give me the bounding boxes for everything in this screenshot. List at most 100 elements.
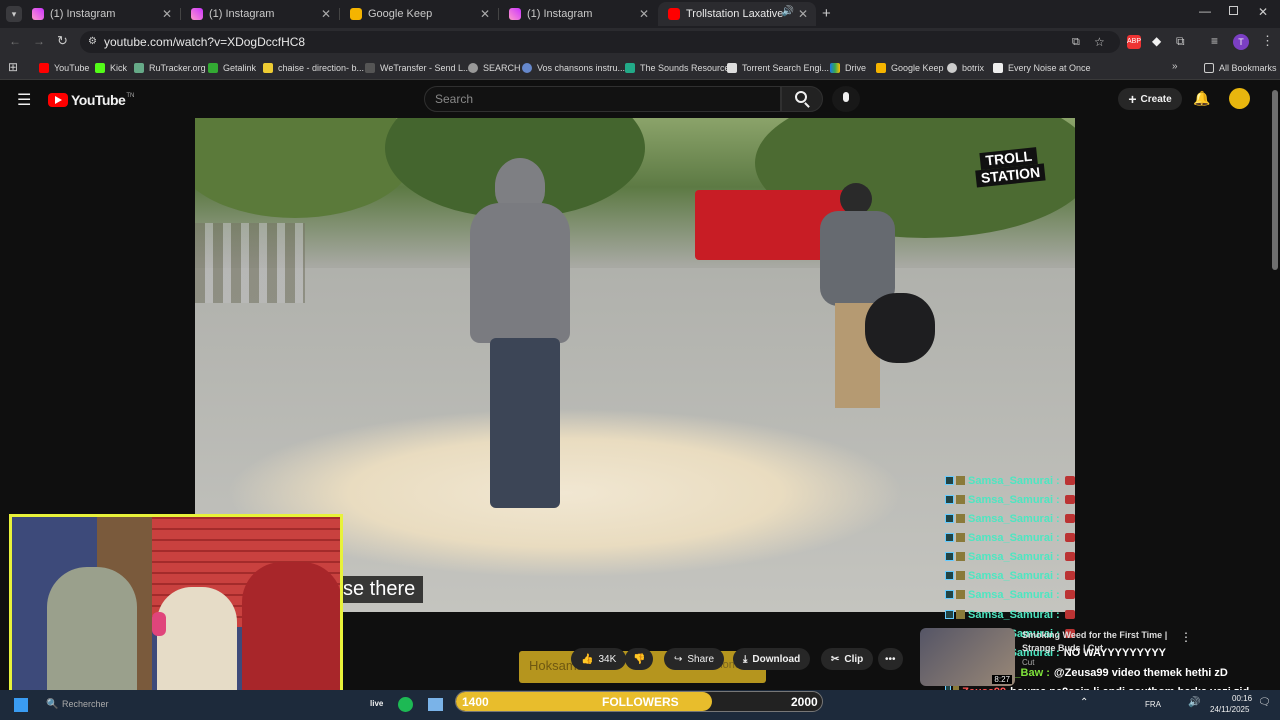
photos-app-icon[interactable] bbox=[428, 698, 443, 711]
close-tab-icon[interactable]: ✕ bbox=[321, 7, 331, 21]
notifications-bell-icon[interactable]: 🔔 bbox=[1193, 90, 1210, 107]
create-button[interactable]: + Create bbox=[1118, 88, 1182, 110]
notification-center-icon[interactable]: 🗨 bbox=[1258, 697, 1271, 708]
more-horizontal-icon: ••• bbox=[885, 653, 896, 665]
tab-trollstation[interactable]: Trollstation Laxative Pigeon🔊✕ bbox=[658, 2, 816, 26]
chat-badge-icon bbox=[945, 514, 954, 523]
close-tab-icon[interactable]: ✕ bbox=[162, 7, 172, 21]
chat-message: Samsa_Samurai : bbox=[945, 547, 1075, 566]
bookmark-kick[interactable]: Kick bbox=[95, 60, 127, 76]
search-input[interactable]: Search bbox=[424, 86, 781, 112]
person-right bbox=[242, 562, 340, 701]
bookmark-wetransfer[interactable]: WeTransfer - Send L... bbox=[365, 60, 471, 76]
bookmark-rutracker[interactable]: RuTracker.org bbox=[134, 60, 206, 76]
restore-icon[interactable] bbox=[1229, 6, 1238, 15]
bookmarks-bar: ⊞ YouTube Kick RuTracker.org Getalink ch… bbox=[0, 56, 1280, 80]
search-button[interactable] bbox=[781, 86, 823, 112]
chat-username: Samsa_Samurai : bbox=[968, 588, 1060, 601]
browser-menu-icon[interactable]: ⋮ bbox=[1261, 33, 1274, 49]
taskbar-search-box[interactable]: Rechercher bbox=[62, 699, 109, 709]
forward-icon[interactable]: → bbox=[33, 34, 45, 48]
bookmark-sounds-resource[interactable]: The Sounds Resource bbox=[625, 60, 730, 76]
spotify-icon[interactable] bbox=[398, 697, 413, 712]
adblock-extension-icon[interactable]: ABP bbox=[1127, 35, 1141, 49]
taskbar-time[interactable]: 00:16 bbox=[1232, 694, 1252, 703]
minimize-icon[interactable]: — bbox=[1199, 4, 1211, 18]
bookmark-getalink[interactable]: Getalink bbox=[208, 60, 256, 76]
chat-badge-icon bbox=[956, 590, 965, 599]
bookmark-google-keep[interactable]: Google Keep bbox=[876, 60, 944, 76]
chat-badge-icon bbox=[956, 476, 965, 485]
apps-grid-icon[interactable]: ⊞ bbox=[8, 60, 18, 74]
clip-button[interactable]: ✂ Clip bbox=[821, 648, 874, 670]
voice-search-button[interactable] bbox=[832, 86, 860, 112]
chat-badge-icon bbox=[956, 552, 965, 561]
language-indicator[interactable]: FRA bbox=[1145, 700, 1161, 709]
recommended-more-icon[interactable]: ⋮ bbox=[1180, 630, 1192, 644]
new-tab-button[interactable]: + bbox=[822, 5, 831, 22]
bookmark-drive[interactable]: Drive bbox=[830, 60, 866, 76]
wetransfer-icon bbox=[365, 63, 375, 73]
windows-start-icon[interactable] bbox=[14, 698, 28, 712]
browser-tab-strip: ▾ (1) Instagram ✕ (1) Instagram ✕ Google K… bbox=[0, 0, 1280, 28]
tab-google-keep[interactable]: Google Keep ✕ bbox=[340, 2, 498, 26]
more-actions-button[interactable]: ••• bbox=[878, 648, 903, 670]
tab-instagram-3[interactable]: (1) Instagram ✕ bbox=[499, 2, 657, 26]
page-scrollbar[interactable] bbox=[1272, 90, 1278, 270]
media-control-icon[interactable]: ≡ bbox=[1211, 34, 1218, 48]
bookmark-search[interactable]: SEARCH bbox=[468, 60, 521, 76]
tab-instagram-1[interactable]: (1) Instagram ✕ bbox=[22, 2, 180, 26]
bookmark-star-icon[interactable]: ☆ bbox=[1094, 31, 1105, 53]
bookmark-chaise[interactable]: chaise - direction- b... bbox=[263, 60, 364, 76]
all-bookmarks-folder[interactable]: All Bookmarks bbox=[1204, 60, 1277, 76]
close-tab-icon[interactable]: ✕ bbox=[798, 7, 808, 21]
bookmark-folder-icon bbox=[263, 63, 273, 73]
close-tab-icon[interactable]: ✕ bbox=[639, 7, 649, 21]
chat-badge-icon bbox=[945, 533, 954, 542]
chat-badge-icon bbox=[956, 533, 965, 542]
download-button[interactable]: ⤓ Download bbox=[733, 648, 811, 670]
chat-username: Samsa_Samurai : bbox=[968, 569, 1060, 582]
system-tray-chevron-icon[interactable]: ⌃ bbox=[1080, 697, 1088, 708]
extensions-puzzle-icon[interactable]: ⧉ bbox=[1176, 34, 1185, 49]
dislike-button[interactable]: 👎 bbox=[625, 648, 654, 670]
chat-emote-icon bbox=[1064, 495, 1075, 504]
chat-username: Samsa_Samurai : bbox=[968, 531, 1060, 544]
more-bookmarks-chevron-icon[interactable]: » bbox=[1172, 61, 1178, 72]
bookmark-every-noise[interactable]: Every Noise at Once bbox=[993, 60, 1091, 76]
profile-avatar[interactable]: T bbox=[1233, 34, 1249, 50]
address-bar[interactable]: ⚙ youtube.com/watch?v=XDogDccfHC8 ⧉ ☆ bbox=[80, 31, 1120, 53]
volume-icon[interactable]: 🔊 bbox=[1188, 697, 1200, 708]
hamburger-menu-icon[interactable]: ☰ bbox=[17, 90, 31, 110]
chat-username: Samsa_Samurai : bbox=[968, 512, 1060, 525]
chat-badge-icon bbox=[945, 552, 954, 561]
bookmark-vos-chansons[interactable]: Vos chansons instru... bbox=[522, 60, 625, 76]
sounds-resource-icon bbox=[625, 63, 635, 73]
taskbar-date[interactable]: 24/11/2025 bbox=[1210, 705, 1249, 714]
google-keep-icon bbox=[350, 8, 362, 20]
bookmark-torrent-search[interactable]: Torrent Search Engi... bbox=[727, 60, 829, 76]
reload-icon[interactable]: ↻ bbox=[57, 33, 68, 49]
back-icon[interactable]: ← bbox=[9, 34, 21, 48]
speaker-icon[interactable]: 🔊 bbox=[782, 6, 794, 17]
bookmark-youtube[interactable]: YouTube bbox=[39, 60, 89, 76]
share-button[interactable]: ↪ Share bbox=[664, 648, 725, 670]
microphone-icon bbox=[843, 92, 849, 102]
recommended-video-card[interactable]: 8:27 Smoking Weed for the First Time | S… bbox=[920, 628, 1192, 688]
bookmark-botrix[interactable]: botrix bbox=[947, 60, 984, 76]
chat-badge-icon bbox=[945, 476, 954, 485]
globe-icon bbox=[468, 63, 478, 73]
taskbar-search-icon[interactable]: 🔍 bbox=[46, 699, 58, 710]
tab-instagram-2[interactable]: (1) Instagram ✕ bbox=[181, 2, 339, 26]
close-tab-icon[interactable]: ✕ bbox=[480, 7, 490, 21]
youtube-logo[interactable]: YouTube TN bbox=[48, 92, 134, 108]
like-button[interactable]: 👍 34K bbox=[571, 648, 627, 670]
account-avatar[interactable] bbox=[1229, 88, 1250, 109]
plus-icon: + bbox=[1128, 91, 1137, 107]
site-info-icon[interactable]: ⚙ bbox=[88, 31, 97, 53]
extension-diamond-icon[interactable]: ◆ bbox=[1152, 34, 1161, 48]
tab-search-dropdown-icon[interactable]: ▾ bbox=[6, 6, 22, 22]
cast-icon[interactable]: ⧉ bbox=[1072, 31, 1080, 53]
taskbar-live-icon[interactable]: live bbox=[370, 699, 383, 708]
close-window-icon[interactable]: ✕ bbox=[1258, 5, 1268, 19]
